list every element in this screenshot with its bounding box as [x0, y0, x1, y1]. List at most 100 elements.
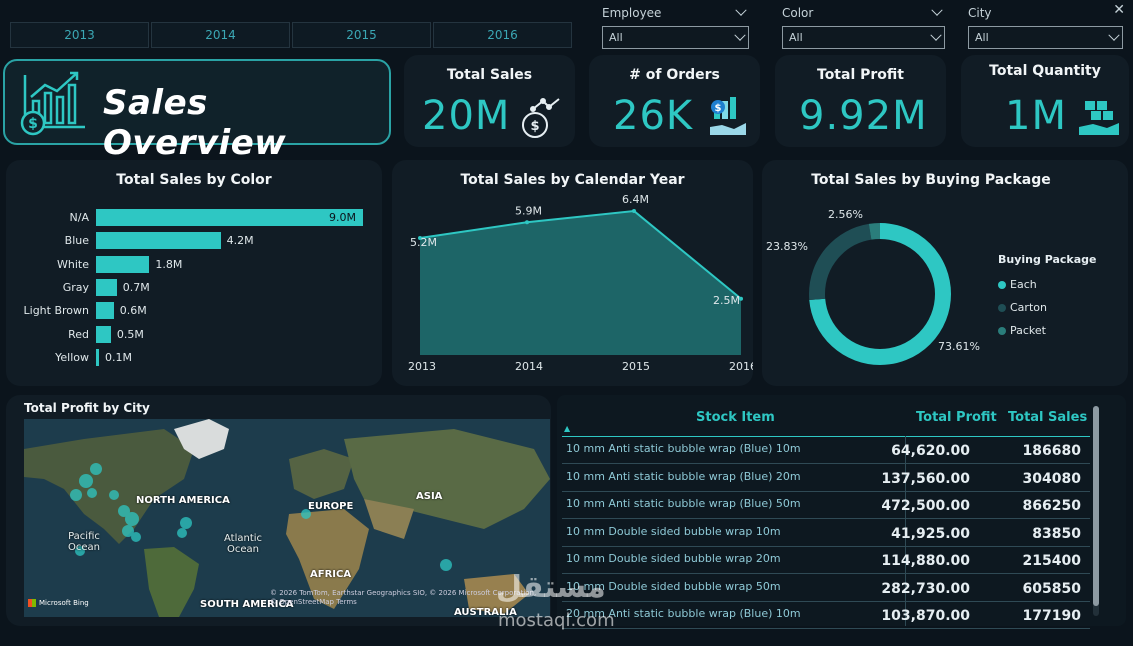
chevron-down-icon — [734, 29, 746, 41]
legend-item-packet[interactable]: Packet — [998, 319, 1047, 342]
bar[interactable] — [96, 278, 117, 296]
sales-by-year-panel: Total Sales by Calendar Year 5.2M 2013 5.9… — [392, 160, 753, 386]
table-row[interactable]: 10 mm Double sided bubble wrap 50m 282,73… — [562, 575, 1090, 602]
employee-dropdown-value: All — [609, 31, 623, 44]
cell-stock-item: 10 mm Anti static bubble wrap (Blue) 10m — [566, 442, 801, 455]
title-card: $ Sales Overview — [3, 59, 391, 163]
cell-stock-item: 10 mm Double sided bubble wrap 20m — [566, 552, 781, 565]
legend: Each Carton Packet — [998, 273, 1047, 342]
bar[interactable] — [96, 232, 221, 250]
legend-item-each[interactable]: Each — [998, 273, 1047, 296]
table-row[interactable]: 10 mm Anti static bubble wrap (Blue) 50m… — [562, 492, 1090, 519]
color-dropdown-value: All — [789, 31, 803, 44]
table-row[interactable]: 20 mm Anti static bubble wrap (Blue) 10m… — [562, 602, 1090, 629]
cell-total-profit: 114,880.00 — [881, 553, 970, 569]
table-row[interactable]: 10 mm Double sided bubble wrap 10m 41,925… — [562, 520, 1090, 547]
bar-value-label: 0.1M — [105, 350, 132, 364]
legend-swatch — [998, 326, 1006, 335]
map-brand-label: Microsoft Bing — [39, 599, 89, 607]
bar[interactable] — [96, 302, 114, 320]
legend-item-carton[interactable]: Carton — [998, 296, 1047, 319]
kpi-total-quantity: Total Quantity 1M — [961, 55, 1129, 147]
bar-category-label: Blue — [64, 234, 89, 248]
data-point[interactable] — [525, 220, 529, 225]
color-slicer-header[interactable]: Color — [782, 4, 945, 22]
hand-boxes-icon — [1079, 101, 1119, 135]
column-header-item[interactable]: Stock Item — [696, 410, 775, 425]
year-2013-button[interactable]: 2013 — [10, 22, 149, 48]
bar-value-label: 4.2M — [226, 234, 254, 248]
data-label: 5.9M — [515, 204, 542, 217]
bar[interactable] — [96, 209, 363, 226]
bar[interactable] — [96, 348, 99, 366]
bar-value-label: 9.0M — [329, 211, 356, 224]
sort-ascending-icon[interactable]: ▲ — [564, 424, 570, 433]
map-label: AFRICA — [310, 569, 352, 580]
kpi-title: # of Orders — [629, 67, 720, 83]
city-slicer-header[interactable]: City — [968, 4, 1123, 22]
legend-label: Packet — [1010, 324, 1046, 337]
year-slicer: 2013 2014 2015 2016 — [10, 22, 572, 48]
cell-total-sales: 83850 — [1032, 525, 1081, 542]
chevron-down-icon — [735, 4, 747, 16]
scrollbar-thumb[interactable] — [1093, 406, 1099, 606]
column-header-sales[interactable]: Total Sales — [1008, 410, 1087, 425]
map-brand: Microsoft Bing — [28, 599, 89, 607]
svg-text:$: $ — [715, 103, 722, 114]
data-label: 2.5M — [713, 294, 740, 307]
employee-dropdown[interactable]: All — [602, 26, 749, 49]
map-label: EUROPE — [308, 501, 354, 512]
watermark-arabic: مستقل — [496, 570, 606, 605]
column-header-profit[interactable]: Total Profit — [916, 410, 997, 425]
svg-text:$: $ — [28, 116, 38, 132]
cell-total-profit: 282,730.00 — [881, 580, 970, 597]
sales-by-color-panel: Total Sales by Color N/A 9.0M Blue 4.2M Whit… — [6, 160, 382, 386]
cell-total-profit: 103,870.00 — [881, 608, 970, 624]
cell-total-sales: 177190 — [1022, 608, 1081, 624]
year-2014-button[interactable]: 2014 — [151, 22, 290, 48]
year-2016-button[interactable]: 2016 — [433, 22, 572, 48]
chevron-down-icon — [931, 4, 943, 16]
data-point[interactable] — [632, 209, 636, 213]
bar-value-label: 0.5M — [116, 327, 144, 341]
table-row[interactable]: 10 mm Anti static bubble wrap (Blue) 20m… — [562, 465, 1090, 492]
profit-by-city-panel: Total Profit by City NORTH AMERICA EUROP… — [6, 395, 551, 626]
cell-total-sales: 215400 — [1022, 553, 1081, 569]
scrollbar[interactable] — [1093, 406, 1099, 616]
cell-total-sales: 866250 — [1022, 498, 1081, 514]
kpi-value: 20M — [422, 93, 511, 139]
table-row[interactable]: 10 mm Anti static bubble wrap (Blue) 10m… — [562, 437, 1090, 464]
legend-label: Each — [1010, 278, 1037, 291]
map[interactable]: NORTH AMERICA EUROPE ASIA Pacific Ocean … — [24, 419, 550, 617]
watermark-text: mostaql.com — [498, 610, 615, 631]
table-row[interactable]: 10 mm Double sided bubble wrap 20m 114,88… — [562, 547, 1090, 574]
cell-total-sales: 605850 — [1022, 580, 1081, 597]
microsoft-logo-icon — [28, 599, 36, 607]
legend-swatch — [998, 303, 1006, 312]
bar[interactable] — [96, 325, 111, 343]
legend-label: Carton — [1010, 301, 1047, 314]
bar[interactable] — [96, 255, 150, 273]
bar-value-label: 0.7M — [122, 280, 150, 294]
map-label: ASIA — [416, 491, 443, 502]
kpi-value: 1M — [1005, 93, 1067, 139]
bar-category-label: Yellow — [55, 350, 89, 364]
legend-swatch — [998, 280, 1006, 289]
city-slicer: City All — [968, 4, 1123, 49]
cell-stock-item: 10 mm Anti static bubble wrap (Blue) 50m — [566, 497, 801, 510]
donut-chart: 73.61% 23.83% 2.56% — [766, 208, 980, 365]
close-icon[interactable]: ✕ — [1113, 2, 1125, 18]
slice-label: 23.83% — [766, 240, 808, 253]
color-dropdown[interactable]: All — [782, 26, 945, 49]
map-label: Atlantic Ocean — [223, 533, 263, 555]
chevron-down-icon — [1108, 29, 1120, 41]
map-label: NORTH AMERICA — [136, 495, 230, 506]
legend-title: Buying Package — [998, 253, 1097, 266]
employee-slicer-header[interactable]: Employee — [602, 4, 749, 22]
employee-slicer: Employee All — [602, 4, 749, 49]
kpi-total-sales: Total Sales 20M $ — [404, 55, 575, 147]
panel-title: Total Sales by Color — [116, 172, 272, 188]
city-dropdown[interactable]: All — [968, 26, 1123, 49]
year-2015-button[interactable]: 2015 — [292, 22, 431, 48]
data-label: 6.4M — [622, 193, 649, 206]
